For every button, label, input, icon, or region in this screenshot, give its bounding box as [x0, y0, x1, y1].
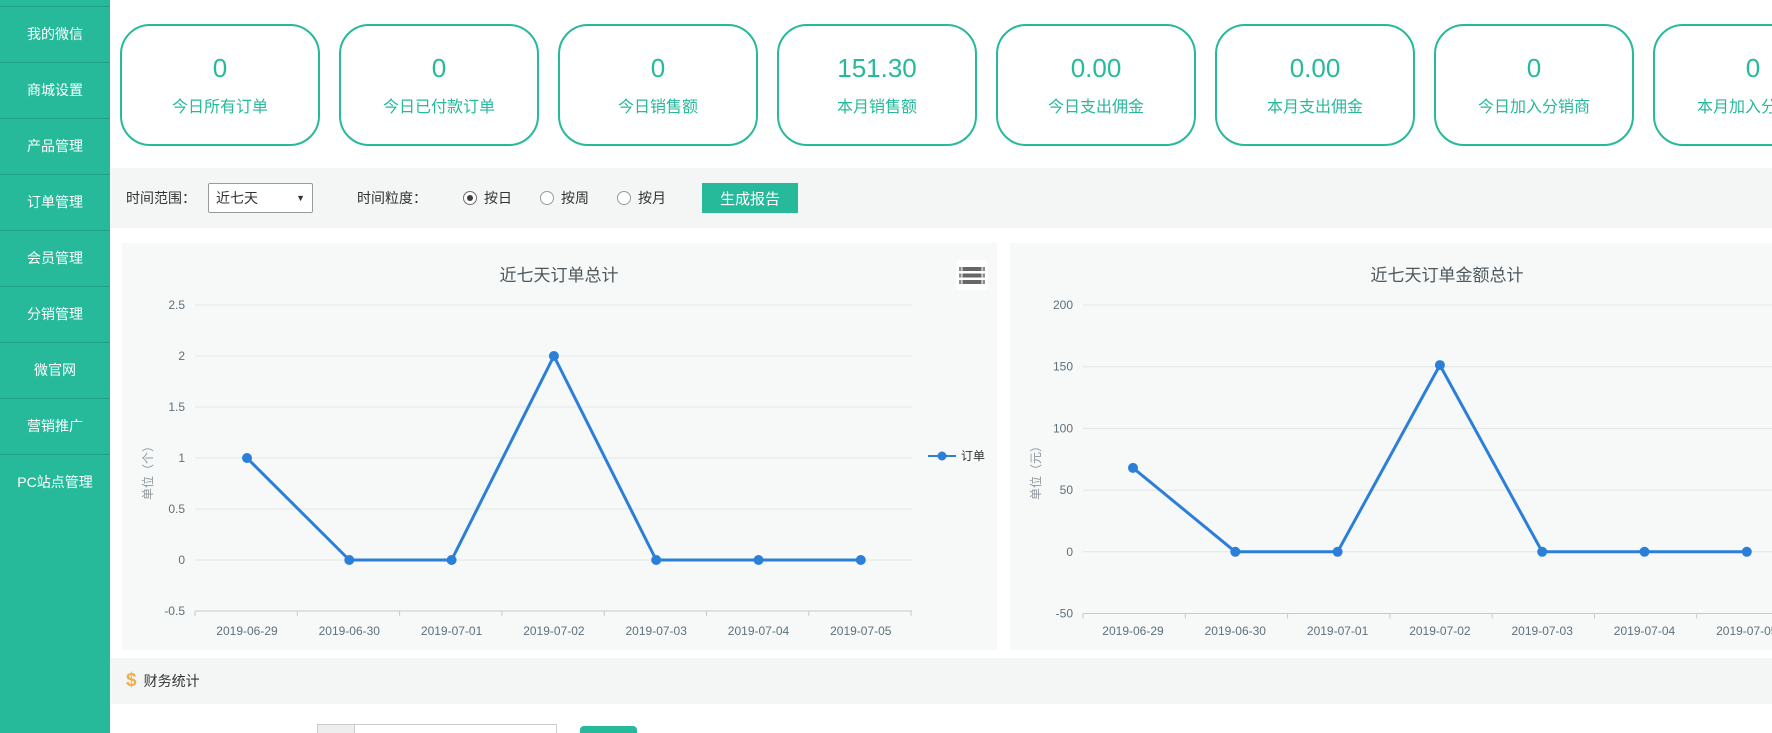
svg-text:2019-07-05: 2019-07-05 [830, 624, 892, 638]
time-range-select[interactable]: 近七天 ▼ [208, 183, 313, 213]
stat-value: 151.30 [837, 53, 917, 84]
svg-text:2019-06-29: 2019-06-29 [216, 624, 278, 638]
stat-card-month-new-distributors: 0 本月加入分销商 [1653, 24, 1772, 146]
svg-text:近七天订单总计: 近七天订单总计 [500, 266, 619, 285]
svg-text:单位（元）: 单位（元） [1028, 440, 1043, 500]
sidebar-item-mall-settings[interactable]: 商城设置 [0, 62, 110, 118]
sidebar-item-marketing[interactable]: 营销推广 [0, 398, 110, 454]
time-range-selected-value: 近七天 [216, 188, 258, 208]
stat-card-today-new-distributors: 0 今日加入分销商 [1434, 24, 1634, 146]
svg-text:2019-07-01: 2019-07-01 [1307, 624, 1369, 638]
toolbox-menu-icon[interactable] [956, 260, 988, 290]
stat-card-month-sales: 151.30 本月销售额 [777, 24, 977, 146]
svg-text:150: 150 [1053, 360, 1073, 374]
svg-text:200: 200 [1053, 298, 1073, 312]
stat-value: 0.00 [1071, 53, 1122, 84]
svg-text:0: 0 [178, 553, 185, 567]
stat-card-today-orders: 0 今日所有订单 [120, 24, 320, 146]
stat-value: 0 [432, 53, 446, 84]
stat-label: 本月支出佣金 [1267, 93, 1363, 117]
svg-text:单位（个）: 单位（个） [140, 440, 155, 500]
radio-label: 按周 [561, 188, 589, 208]
svg-text:2: 2 [178, 349, 185, 363]
sidebar-item-distribution-mgmt[interactable]: 分销管理 [0, 286, 110, 342]
stat-label: 今日已付款订单 [383, 93, 495, 117]
svg-text:2019-06-30: 2019-06-30 [319, 624, 381, 638]
sidebar-item-member-mgmt[interactable]: 会员管理 [0, 230, 110, 286]
stat-label: 今日销售额 [618, 93, 698, 117]
stat-value: 0.00 [1290, 53, 1341, 84]
svg-text:2019-07-03: 2019-07-03 [1512, 624, 1574, 638]
svg-text:2019-06-30: 2019-06-30 [1205, 624, 1267, 638]
stat-label: 今日所有订单 [172, 93, 268, 117]
svg-text:2019-07-02: 2019-07-02 [1409, 624, 1471, 638]
stat-value: 0 [1746, 53, 1760, 84]
radio-icon [463, 191, 477, 205]
svg-text:0: 0 [1066, 545, 1073, 559]
svg-text:2019-07-05: 2019-07-05 [1716, 624, 1772, 638]
sidebar: 我的微信 商城设置 产品管理 订单管理 会员管理 分销管理 微官网 营销推广 P… [0, 0, 110, 733]
svg-text:2019-06-29: 2019-06-29 [1102, 624, 1164, 638]
radio-label: 按日 [484, 188, 512, 208]
svg-text:1: 1 [178, 451, 185, 465]
stat-card-today-sales: 0 今日销售额 [558, 24, 758, 146]
stat-label: 今日加入分销商 [1478, 93, 1590, 117]
stat-value: 0 [651, 53, 665, 84]
stat-card-today-paid-orders: 0 今日已付款订单 [339, 24, 539, 146]
stat-value: 0 [1527, 53, 1541, 84]
svg-text:2019-07-04: 2019-07-04 [728, 624, 790, 638]
svg-text:2019-07-02: 2019-07-02 [523, 624, 585, 638]
stat-label: 本月加入分销商 [1697, 93, 1772, 117]
sidebar-item-product-mgmt[interactable]: 产品管理 [0, 118, 110, 174]
hamburger-bars-icon [959, 266, 985, 285]
svg-text:近七天订单金额总计: 近七天订单金额总计 [1371, 266, 1524, 285]
order-amount-chart-panel: 近七天订单金额总计单位（元） 200 150 100 50 0 -50 2019-06-29 2… [1010, 243, 1772, 650]
radio-label: 按月 [638, 188, 666, 208]
svg-text:2019-07-01: 2019-07-01 [421, 624, 483, 638]
svg-text:-50: -50 [1056, 607, 1074, 621]
time-range-label: 时间范围： [126, 188, 196, 208]
dollar-icon: $ [126, 670, 137, 692]
svg-text:2.5: 2.5 [168, 298, 185, 312]
legend-orders[interactable]: 订单 [928, 447, 985, 464]
radio-icon [617, 191, 631, 205]
stat-value: 0 [213, 53, 227, 84]
orders-chart-panel: 近七天订单总计单位（个） 2.5 2 1.5 1 0.5 0 -0.5 2019-06-29 20… [122, 243, 997, 650]
radio-by-day[interactable]: 按日 [463, 188, 512, 208]
legend-label: 订单 [961, 447, 985, 464]
radio-by-month[interactable]: 按月 [617, 188, 666, 208]
finance-stats-bar: $ 财务统计 [110, 658, 1772, 704]
finance-input-addon [317, 724, 355, 733]
svg-text:1.5: 1.5 [168, 400, 185, 414]
filter-bar: 时间范围： 近七天 ▼ 时间粒度： 按日 按周 按月 生成报告 [110, 168, 1772, 228]
chevron-down-icon: ▼ [296, 193, 305, 203]
svg-text:50: 50 [1060, 483, 1074, 497]
radio-icon [540, 191, 554, 205]
sidebar-item-order-mgmt[interactable]: 订单管理 [0, 174, 110, 230]
stat-card-today-commission: 0.00 今日支出佣金 [996, 24, 1196, 146]
svg-text:2019-07-03: 2019-07-03 [626, 624, 688, 638]
legend-line-marker-icon [928, 451, 956, 461]
svg-text:0.5: 0.5 [168, 502, 185, 516]
svg-text:2019-07-04: 2019-07-04 [1614, 624, 1676, 638]
svg-text:-0.5: -0.5 [164, 604, 185, 618]
stat-label: 本月销售额 [837, 93, 917, 117]
sidebar-item-my-wechat[interactable]: 我的微信 [0, 6, 110, 62]
finance-stats-title: 财务统计 [144, 671, 200, 691]
sidebar-item-pc-site-mgmt[interactable]: PC站点管理 [0, 454, 110, 510]
granularity-label: 时间粒度： [357, 188, 427, 208]
finance-search-input[interactable] [354, 724, 557, 733]
svg-text:100: 100 [1053, 421, 1073, 435]
sidebar-item-micro-site[interactable]: 微官网 [0, 342, 110, 398]
generate-report-button[interactable]: 生成报告 [702, 183, 798, 213]
finance-search-button[interactable] [580, 726, 637, 733]
radio-by-week[interactable]: 按周 [540, 188, 589, 208]
stat-card-month-commission: 0.00 本月支出佣金 [1215, 24, 1415, 146]
order-amount-line-chart: 近七天订单金额总计单位（元） 200 150 100 50 0 -50 2019-06-29 2… [1010, 243, 1772, 650]
stat-label: 今日支出佣金 [1048, 93, 1144, 117]
orders-line-chart: 近七天订单总计单位（个） 2.5 2 1.5 1 0.5 0 -0.5 2019-06-29 20… [122, 243, 997, 650]
